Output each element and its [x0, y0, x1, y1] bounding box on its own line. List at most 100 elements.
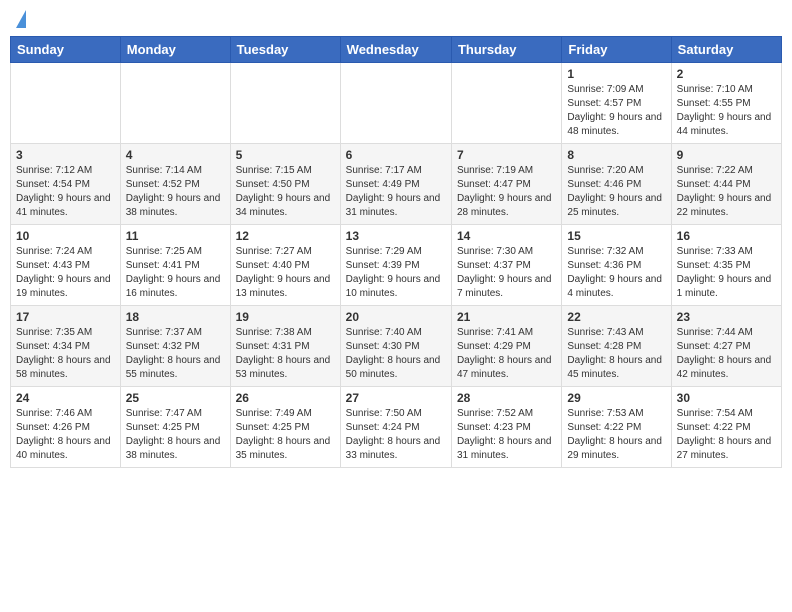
calendar-table: SundayMondayTuesdayWednesdayThursdayFrid… [10, 36, 782, 468]
day-number: 19 [236, 310, 335, 324]
calendar-cell [230, 63, 340, 144]
calendar-cell: 25 Sunrise: 7:47 AM Sunset: 4:25 PM Dayli… [120, 387, 230, 468]
day-number: 2 [677, 67, 776, 81]
day-info: Sunrise: 7:43 AM Sunset: 4:28 PM Dayligh… [567, 326, 665, 382]
weekday-header-friday: Friday [562, 37, 671, 63]
calendar-cell: 4 Sunrise: 7:14 AM Sunset: 4:52 PM Daylig… [120, 144, 230, 225]
day-number: 20 [346, 310, 446, 324]
day-number: 7 [457, 148, 556, 162]
day-number: 16 [677, 229, 776, 243]
day-number: 21 [457, 310, 556, 324]
day-info: Sunrise: 7:30 AM Sunset: 4:37 PM Dayligh… [457, 245, 556, 301]
weekday-header-wednesday: Wednesday [340, 37, 451, 63]
day-info: Sunrise: 7:35 AM Sunset: 4:34 PM Dayligh… [16, 326, 115, 382]
calendar-cell: 27 Sunrise: 7:50 AM Sunset: 4:24 PM Dayli… [340, 387, 451, 468]
day-info: Sunrise: 7:14 AM Sunset: 4:52 PM Dayligh… [126, 164, 225, 220]
day-info: Sunrise: 7:27 AM Sunset: 4:40 PM Dayligh… [236, 245, 335, 301]
day-info: Sunrise: 7:09 AM Sunset: 4:57 PM Dayligh… [567, 83, 665, 139]
day-number: 13 [346, 229, 446, 243]
day-number: 4 [126, 148, 225, 162]
day-info: Sunrise: 7:46 AM Sunset: 4:26 PM Dayligh… [16, 407, 115, 463]
day-info: Sunrise: 7:40 AM Sunset: 4:30 PM Dayligh… [346, 326, 446, 382]
day-info: Sunrise: 7:33 AM Sunset: 4:35 PM Dayligh… [677, 245, 776, 301]
day-number: 30 [677, 391, 776, 405]
day-info: Sunrise: 7:52 AM Sunset: 4:23 PM Dayligh… [457, 407, 556, 463]
calendar-cell: 20 Sunrise: 7:40 AM Sunset: 4:30 PM Dayli… [340, 306, 451, 387]
day-info: Sunrise: 7:29 AM Sunset: 4:39 PM Dayligh… [346, 245, 446, 301]
day-number: 25 [126, 391, 225, 405]
day-info: Sunrise: 7:38 AM Sunset: 4:31 PM Dayligh… [236, 326, 335, 382]
calendar-cell: 6 Sunrise: 7:17 AM Sunset: 4:49 PM Daylig… [340, 144, 451, 225]
day-number: 8 [567, 148, 665, 162]
day-number: 1 [567, 67, 665, 81]
day-number: 26 [236, 391, 335, 405]
calendar-cell: 22 Sunrise: 7:43 AM Sunset: 4:28 PM Dayli… [562, 306, 671, 387]
calendar-cell: 3 Sunrise: 7:12 AM Sunset: 4:54 PM Daylig… [11, 144, 121, 225]
day-number: 17 [16, 310, 115, 324]
day-number: 15 [567, 229, 665, 243]
day-info: Sunrise: 7:32 AM Sunset: 4:36 PM Dayligh… [567, 245, 665, 301]
day-info: Sunrise: 7:37 AM Sunset: 4:32 PM Dayligh… [126, 326, 225, 382]
calendar-cell: 19 Sunrise: 7:38 AM Sunset: 4:31 PM Dayli… [230, 306, 340, 387]
day-info: Sunrise: 7:12 AM Sunset: 4:54 PM Dayligh… [16, 164, 115, 220]
weekday-header-saturday: Saturday [671, 37, 781, 63]
calendar-cell: 18 Sunrise: 7:37 AM Sunset: 4:32 PM Dayli… [120, 306, 230, 387]
day-info: Sunrise: 7:53 AM Sunset: 4:22 PM Dayligh… [567, 407, 665, 463]
day-number: 6 [346, 148, 446, 162]
calendar-cell: 30Sunrise: 7:54 AM Sunset: 4:22 PM Dayli… [671, 387, 781, 468]
calendar-week-4: 17 Sunrise: 7:35 AM Sunset: 4:34 PM Dayli… [11, 306, 782, 387]
day-number: 28 [457, 391, 556, 405]
weekday-header-tuesday: Tuesday [230, 37, 340, 63]
day-info: Sunrise: 7:22 AM Sunset: 4:44 PM Dayligh… [677, 164, 776, 220]
day-info: Sunrise: 7:17 AM Sunset: 4:49 PM Dayligh… [346, 164, 446, 220]
day-number: 3 [16, 148, 115, 162]
calendar-cell: 24 Sunrise: 7:46 AM Sunset: 4:26 PM Dayli… [11, 387, 121, 468]
weekday-header-monday: Monday [120, 37, 230, 63]
calendar-cell: 9Sunrise: 7:22 AM Sunset: 4:44 PM Daylig… [671, 144, 781, 225]
day-info: Sunrise: 7:44 AM Sunset: 4:27 PM Dayligh… [677, 326, 776, 382]
day-number: 24 [16, 391, 115, 405]
calendar-cell [120, 63, 230, 144]
calendar-week-3: 10Sunrise: 7:24 AM Sunset: 4:43 PM Dayli… [11, 225, 782, 306]
day-number: 14 [457, 229, 556, 243]
calendar-cell: 26 Sunrise: 7:49 AM Sunset: 4:25 PM Dayli… [230, 387, 340, 468]
calendar-cell: 29 Sunrise: 7:53 AM Sunset: 4:22 PM Dayli… [562, 387, 671, 468]
day-info: Sunrise: 7:19 AM Sunset: 4:47 PM Dayligh… [457, 164, 556, 220]
day-number: 29 [567, 391, 665, 405]
logo [14, 10, 26, 28]
day-number: 18 [126, 310, 225, 324]
day-info: Sunrise: 7:47 AM Sunset: 4:25 PM Dayligh… [126, 407, 225, 463]
calendar-week-1: 1 Sunrise: 7:09 AM Sunset: 4:57 PM Daylig… [11, 63, 782, 144]
calendar-cell: 13 Sunrise: 7:29 AM Sunset: 4:39 PM Dayli… [340, 225, 451, 306]
page-header [10, 10, 782, 28]
calendar-week-5: 24 Sunrise: 7:46 AM Sunset: 4:26 PM Dayli… [11, 387, 782, 468]
day-info: Sunrise: 7:50 AM Sunset: 4:24 PM Dayligh… [346, 407, 446, 463]
weekday-header-row: SundayMondayTuesdayWednesdayThursdayFrid… [11, 37, 782, 63]
calendar-cell [340, 63, 451, 144]
calendar-cell: 14 Sunrise: 7:30 AM Sunset: 4:37 PM Dayli… [451, 225, 561, 306]
logo-triangle-icon [16, 10, 26, 28]
calendar-cell [451, 63, 561, 144]
calendar-cell: 5 Sunrise: 7:15 AM Sunset: 4:50 PM Daylig… [230, 144, 340, 225]
day-info: Sunrise: 7:49 AM Sunset: 4:25 PM Dayligh… [236, 407, 335, 463]
calendar-cell: 15 Sunrise: 7:32 AM Sunset: 4:36 PM Dayli… [562, 225, 671, 306]
day-info: Sunrise: 7:15 AM Sunset: 4:50 PM Dayligh… [236, 164, 335, 220]
day-number: 22 [567, 310, 665, 324]
calendar-cell: 28 Sunrise: 7:52 AM Sunset: 4:23 PM Dayli… [451, 387, 561, 468]
calendar-cell: 17 Sunrise: 7:35 AM Sunset: 4:34 PM Dayli… [11, 306, 121, 387]
calendar-cell: 1 Sunrise: 7:09 AM Sunset: 4:57 PM Daylig… [562, 63, 671, 144]
day-info: Sunrise: 7:20 AM Sunset: 4:46 PM Dayligh… [567, 164, 665, 220]
day-number: 5 [236, 148, 335, 162]
calendar-cell: 16 Sunrise: 7:33 AM Sunset: 4:35 PM Dayli… [671, 225, 781, 306]
day-number: 27 [346, 391, 446, 405]
calendar-cell: 23Sunrise: 7:44 AM Sunset: 4:27 PM Dayli… [671, 306, 781, 387]
calendar-cell: 2 Sunrise: 7:10 AM Sunset: 4:55 PM Daylig… [671, 63, 781, 144]
day-number: 11 [126, 229, 225, 243]
calendar-cell: 10Sunrise: 7:24 AM Sunset: 4:43 PM Dayli… [11, 225, 121, 306]
weekday-header-thursday: Thursday [451, 37, 561, 63]
calendar-cell: 11Sunrise: 7:25 AM Sunset: 4:41 PM Dayli… [120, 225, 230, 306]
day-info: Sunrise: 7:10 AM Sunset: 4:55 PM Dayligh… [677, 83, 776, 139]
calendar-cell [11, 63, 121, 144]
day-info: Sunrise: 7:24 AM Sunset: 4:43 PM Dayligh… [16, 245, 115, 301]
calendar-cell: 8 Sunrise: 7:20 AM Sunset: 4:46 PM Daylig… [562, 144, 671, 225]
